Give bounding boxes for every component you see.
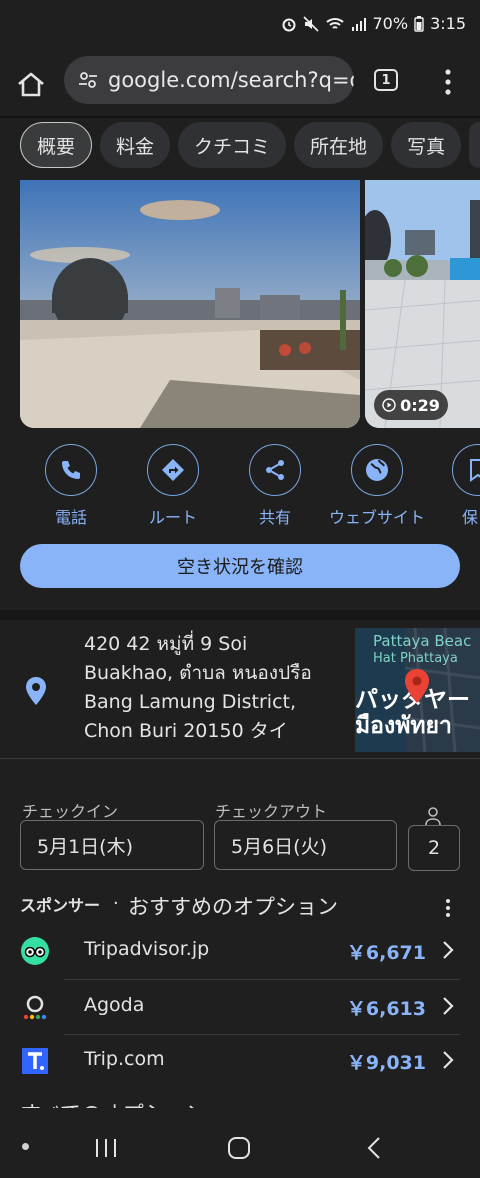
battery-icon (414, 15, 424, 32)
map-label-hat: Hat Phattaya (373, 651, 458, 666)
directions-button[interactable] (147, 444, 199, 496)
video-duration-badge: 0:29 (374, 390, 448, 420)
section-separator (0, 610, 480, 620)
chip-more[interactable] (469, 122, 480, 168)
map-label-beach: Pattaya Beac (373, 632, 472, 650)
checkin-date-field[interactable]: 5月1日(木) (20, 820, 204, 870)
address-line-4: Chon Buri 20150 タイ (84, 720, 288, 742)
share-action[interactable]: 共有 (225, 444, 325, 528)
nav-dot-icon (22, 1143, 29, 1150)
toolbar-divider (0, 116, 480, 118)
directions-action[interactable]: ルート (123, 444, 223, 528)
sponsor-label: スポンサー (20, 896, 101, 915)
share-button[interactable] (249, 444, 301, 496)
save-label: 保 (462, 508, 479, 527)
map-thumbnail[interactable]: Pattaya Beac Hat Phattaya パッタヤー มืองพัทย… (355, 628, 480, 752)
checkout-date-field[interactable]: 5月6日(火) (214, 820, 397, 870)
save-action[interactable]: 保 (429, 444, 480, 528)
checkout-label: チェックアウト (215, 802, 328, 821)
tripadvisor-logo-icon (21, 937, 49, 965)
rooftop-photo-image (20, 180, 360, 428)
directions-icon (162, 459, 184, 481)
chevron-right-icon (443, 997, 454, 1015)
chip-reviews[interactable]: クチコミ (178, 122, 287, 168)
option-price: ￥6,613 (346, 998, 426, 1020)
options-title: おすすめのオプション (128, 895, 338, 919)
option-price: ￥9,031 (346, 1052, 426, 1074)
address-line-2: Buakhao, ตำบล หนองปรือ (84, 662, 312, 684)
option-row-trip[interactable]: Trip.com ￥9,031 (20, 1034, 460, 1088)
guests-field[interactable]: 2 (408, 825, 460, 871)
site-settings-icon[interactable] (78, 70, 98, 90)
wifi-icon (325, 17, 344, 29)
checkin-label: チェックイン (22, 802, 119, 821)
options-more-icon[interactable] (444, 898, 452, 918)
chip-photos[interactable]: 写真 (391, 122, 462, 168)
option-name: Trip.com (84, 1048, 165, 1070)
signal-icon (351, 17, 366, 31)
chevron-right-icon (443, 1051, 454, 1069)
share-label: 共有 (258, 508, 291, 527)
section-chips: 概要 料金 クチコミ 所在地 写真 (20, 122, 480, 170)
chip-price[interactable]: 料金 (100, 122, 171, 168)
call-label: 電話 (54, 508, 87, 527)
url-text: google.com/search?q=de (108, 68, 354, 92)
option-price: ￥6,671 (346, 942, 426, 964)
address-line-1: 420 42 หมู่ที่ 9 Soi (84, 633, 248, 655)
chip-location[interactable]: 所在地 (294, 122, 384, 168)
phone-icon (62, 461, 80, 479)
trip-logo-icon (22, 1048, 48, 1074)
tab-switcher-button[interactable]: 1 (374, 69, 398, 91)
recent-apps-icon[interactable] (94, 1137, 118, 1159)
check-availability-button[interactable]: 空き状況を確認 (20, 544, 460, 588)
call-action[interactable]: 電話 (21, 444, 121, 528)
sponsor-dot: · (113, 893, 119, 914)
save-button[interactable] (452, 444, 480, 496)
bookmark-icon (470, 459, 480, 482)
person-icon (425, 807, 441, 826)
option-name: Tripadvisor.jp (84, 938, 210, 960)
chevron-right-icon (443, 941, 454, 959)
directions-label: ルート (148, 508, 197, 527)
location-pin-icon (26, 677, 46, 705)
address-text[interactable]: 420 42 หมู่ที่ 9 Soi Buakhao, ตำบล หนองป… (84, 630, 344, 746)
clock: 3:15 (430, 14, 466, 33)
battery-percent: 70% (372, 14, 409, 33)
option-name: Agoda (84, 994, 145, 1016)
system-nav-bar (0, 1108, 480, 1178)
share-icon (266, 460, 284, 480)
agoda-logo-icon (23, 995, 47, 1020)
call-button[interactable] (45, 444, 97, 496)
mute-icon (302, 15, 319, 32)
map-label-city-th: มืองพัทยา (355, 713, 452, 739)
play-icon (382, 398, 396, 412)
status-icons: 70% 3:15 (281, 14, 466, 33)
home-nav-icon[interactable] (227, 1136, 251, 1160)
option-row-agoda[interactable]: Agoda ￥6,613 (20, 980, 460, 1034)
website-label: ウェブサイト (328, 508, 425, 527)
chip-overview[interactable]: 概要 (20, 122, 93, 168)
option-row-tripadvisor[interactable]: Tripadvisor.jp ￥6,671 (20, 924, 460, 978)
home-icon[interactable] (14, 68, 48, 102)
website-action[interactable]: ウェブサイト (327, 444, 427, 528)
alarm-icon (282, 18, 295, 31)
url-bar[interactable]: google.com/search?q=de (64, 56, 354, 104)
hotel-photo-rooftop[interactable] (20, 180, 360, 428)
address-line-3: Bang Lamung District, (84, 691, 297, 713)
more-menu-icon[interactable] (440, 68, 456, 96)
website-button[interactable] (351, 444, 403, 496)
address-divider (0, 758, 480, 759)
back-icon[interactable] (366, 1136, 382, 1160)
video-duration: 0:29 (400, 395, 440, 415)
map-marker-icon (405, 669, 429, 703)
globe-icon (366, 459, 388, 481)
